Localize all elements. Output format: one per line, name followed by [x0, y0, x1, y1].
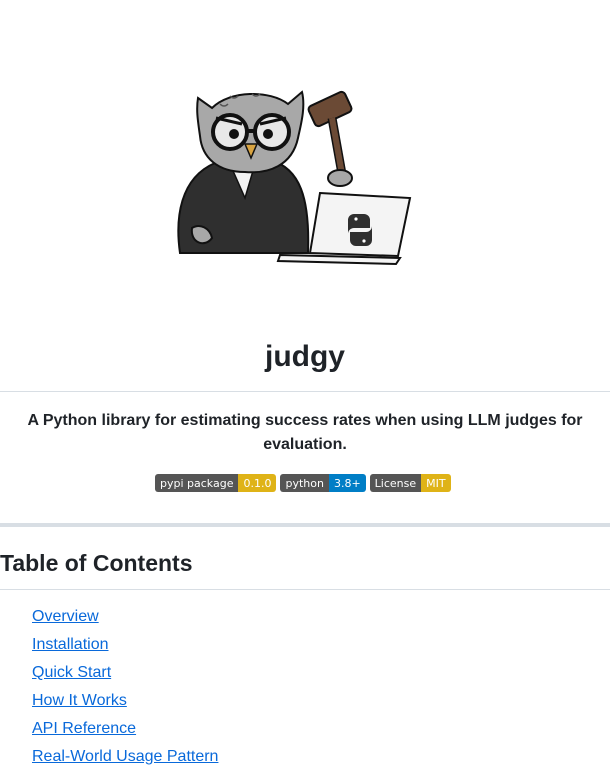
badge-value: MIT [421, 474, 451, 492]
toc-heading-divider [0, 589, 610, 590]
project-description: A Python library for estimating success … [27, 412, 583, 453]
toc-item: Installation [32, 632, 218, 660]
badge-label: pypi package [155, 474, 239, 492]
toc-item: Overview [32, 604, 218, 632]
owl-judge-illustration [177, 90, 412, 266]
section-divider [0, 523, 610, 527]
badge-row: pypi package 0.1.0 python 3.8+ License M… [155, 474, 451, 492]
license-badge[interactable]: License MIT [369, 474, 451, 492]
pypi-version-badge[interactable]: pypi package 0.1.0 [155, 474, 277, 492]
toc-item: How It Works [32, 688, 218, 716]
toc-item: Quick Start [32, 660, 218, 688]
page-title: judgy [265, 340, 345, 373]
title-divider [0, 391, 610, 392]
toc-link-api-reference[interactable]: API Reference [32, 720, 136, 737]
python-version-badge[interactable]: python 3.8+ [280, 474, 366, 492]
toc-link-how-it-works[interactable]: How It Works [32, 692, 127, 709]
badge-value: 3.8+ [328, 474, 366, 492]
toc-link-quick-start[interactable]: Quick Start [32, 664, 111, 681]
toc-link-real-world-usage[interactable]: Real-World Usage Pattern [32, 748, 218, 765]
toc-list: Overview Installation Quick Start How It… [32, 604, 218, 772]
toc-link-overview[interactable]: Overview [32, 608, 99, 625]
toc-item: API Reference [32, 716, 218, 744]
badge-label: python [280, 474, 329, 492]
owl-judge-logo [0, 60, 610, 290]
toc-heading: Table of Contents [0, 550, 193, 576]
toc-link-installation[interactable]: Installation [32, 636, 109, 653]
badge-value: 0.1.0 [238, 474, 277, 492]
badge-label: License [369, 474, 422, 492]
